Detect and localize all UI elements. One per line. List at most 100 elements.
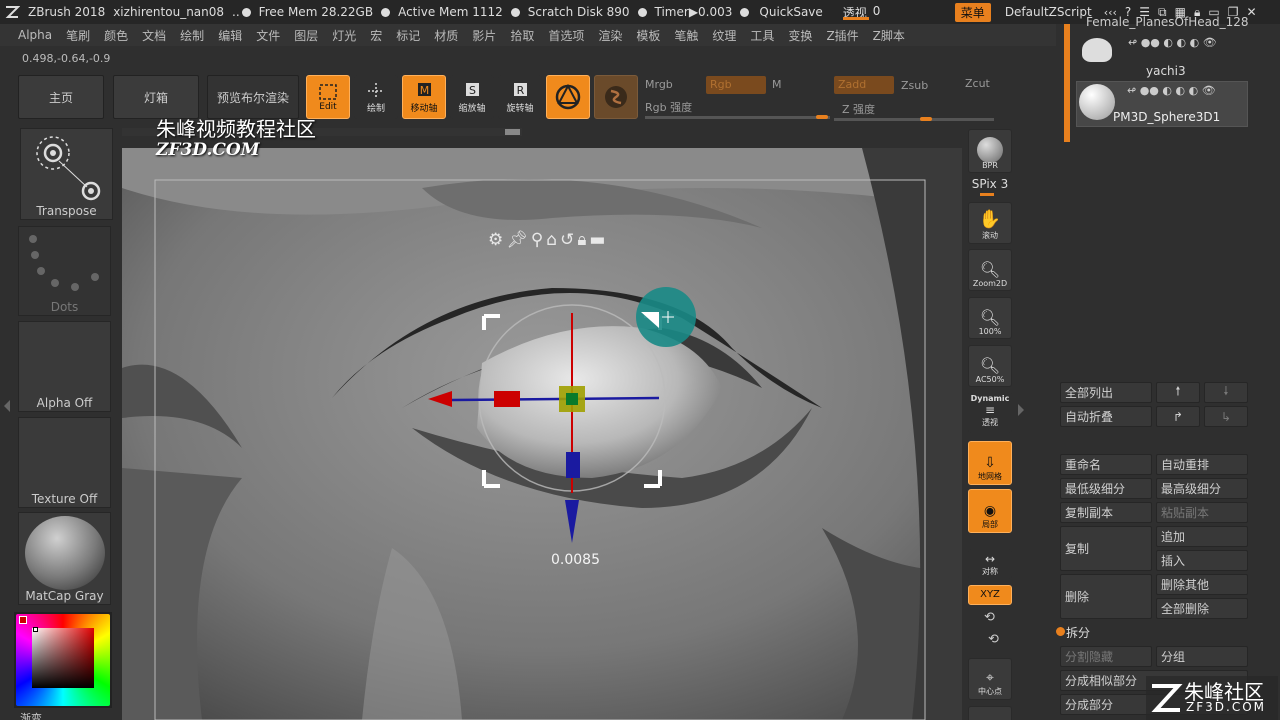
menu-item[interactable]: 模板 [636, 27, 660, 44]
rotate-button[interactable]: R 旋转轴 [498, 75, 542, 119]
zcut-button[interactable]: Zcut [965, 77, 990, 90]
zoom-100-button[interactable]: 🔍︎ 100% [968, 297, 1012, 339]
subtool-name[interactable]: yachi3 [1146, 64, 1186, 78]
highest-subdiv-button[interactable]: 最高级细分 [1156, 478, 1248, 499]
draw-button[interactable]: 绘制 [354, 75, 398, 119]
gizmo-toggle-button[interactable] [546, 75, 590, 119]
menu-item[interactable]: 笔触 [674, 27, 698, 44]
arrow-down-right-icon[interactable]: ↳ [1204, 406, 1248, 427]
move-down-icon[interactable]: 🠗 [1204, 382, 1248, 403]
menu-item[interactable]: Alpha [18, 28, 52, 42]
menu-item[interactable]: 纹理 [712, 27, 736, 44]
menu-item[interactable]: 拾取 [510, 27, 534, 44]
rgb-intensity-knob[interactable] [816, 115, 828, 119]
menu-item[interactable]: 标记 [396, 27, 420, 44]
alpha-slot[interactable]: Alpha Off [18, 321, 111, 412]
reset-icon[interactable]: ↺ [560, 230, 574, 250]
scale-button[interactable]: S 缩放轴 [450, 75, 494, 119]
collapse-left-arrow-icon[interactable] [4, 400, 10, 412]
rotate-y-icon[interactable]: ⟲ [984, 610, 995, 625]
local-button[interactable]: ◉ 局部 [968, 489, 1012, 533]
menu-item[interactable]: 绘制 [180, 27, 204, 44]
menu-button[interactable]: 菜单 [954, 2, 991, 22]
menu-item[interactable]: 材质 [434, 27, 458, 44]
stroke-slot[interactable]: Dots [18, 226, 111, 316]
menu-item[interactable]: 影片 [472, 27, 496, 44]
gear-icon[interactable]: ⚙ [488, 230, 503, 250]
rename-button[interactable]: 重命名 [1060, 454, 1152, 475]
menu-item[interactable]: Z脚本 [873, 27, 905, 44]
split-section-header[interactable]: 拆分 [1066, 624, 1090, 641]
lock-icon[interactable]: 🔒︎ [577, 230, 586, 250]
menu-item[interactable]: 变换 [788, 27, 812, 44]
menu-item[interactable]: 灯光 [332, 27, 356, 44]
perspective-button[interactable]: Dynamic ≡ 透视 [968, 391, 1012, 433]
groups-split-button[interactable]: 分组 [1156, 646, 1248, 667]
xyz-button[interactable]: XYZ [968, 585, 1012, 605]
main-color-swatch[interactable] [19, 616, 27, 624]
color-picker[interactable] [14, 612, 112, 708]
saturation-square[interactable] [32, 628, 94, 688]
center-point-button[interactable]: ⌖ 中心点 [968, 658, 1012, 700]
auto-collapse-button[interactable]: 自动折叠 [1060, 406, 1152, 427]
shelf-scroll-thumb[interactable] [505, 129, 520, 135]
menu-item[interactable]: 图层 [294, 27, 318, 44]
menu-item[interactable]: 宏 [370, 27, 382, 44]
duplicate-button[interactable]: 复制 [1060, 526, 1152, 571]
mrgb-button[interactable]: Mrgb [645, 78, 673, 91]
menu-item[interactable]: 编辑 [218, 27, 242, 44]
scroll-button[interactable]: ✋ 滚动 [968, 202, 1012, 244]
home-button[interactable]: 主页 [18, 75, 104, 119]
rgb-button[interactable]: Rgb [706, 76, 766, 94]
menu-item[interactable]: 颜色 [104, 27, 128, 44]
subtool-visibility-icons[interactable]: ↫ ●● ◐ ◐ ◐ 👁︎ [1128, 36, 1217, 49]
quicksave-button[interactable]: QuickSave [759, 5, 822, 19]
zoom2d-button[interactable]: 🔍︎ Zoom2D [968, 249, 1012, 291]
move-up-icon[interactable]: 🠕 [1156, 382, 1200, 403]
pin-icon[interactable]: 📌︎ [506, 230, 528, 250]
delete-all-button[interactable]: 全部删除 [1156, 598, 1248, 619]
floor-button[interactable]: ⇩ 地网格 [968, 441, 1012, 485]
spix-label[interactable]: SPix 3 [968, 177, 1012, 191]
z-intensity-slider[interactable] [834, 118, 994, 121]
menu-item[interactable]: 工具 [750, 27, 774, 44]
lowest-subdiv-button[interactable]: 最低级细分 [1060, 478, 1152, 499]
copy-subtool-button[interactable]: 复制副本 [1060, 502, 1152, 523]
paste-subtool-button[interactable]: 粘贴副本 [1156, 502, 1248, 523]
zadd-button[interactable]: Zadd [834, 76, 894, 94]
menu-item[interactable]: 文档 [142, 27, 166, 44]
subtool-name[interactable]: Female_PlanesOfHead_128 [1086, 15, 1266, 29]
delete-other-button[interactable]: 删除其他 [1156, 574, 1248, 595]
subtool-item-active[interactable]: ↫ ●● ◐ ◐ ◐ 👁︎ PM3D_Sphere3D1 [1076, 81, 1248, 127]
default-zscript[interactable]: DefaultZScript [1005, 5, 1092, 19]
spix-slider[interactable] [980, 193, 994, 196]
location-icon[interactable]: ⚲ [531, 230, 543, 250]
bpr-button[interactable]: BPR [968, 129, 1012, 173]
document-canvas[interactable]: ⚙ 📌︎ ⚲ ⌂ ↺ 🔒︎ ▬ 0.0085 [122, 148, 962, 720]
symmetry-button[interactable]: ↔ 对称 [968, 549, 1012, 579]
subtool-visibility-icons[interactable]: ↫ ●● ◐ ◐ ◐ 👁︎ [1127, 84, 1216, 97]
m-button[interactable]: M [772, 78, 782, 91]
insert-button[interactable]: 插入 [1156, 550, 1248, 571]
rotate-z-icon[interactable]: ⟲ [988, 632, 999, 647]
home-icon[interactable]: ⌂ [546, 230, 557, 250]
transpose-brush-slot[interactable]: Transpose [20, 128, 113, 220]
zoom-ac50-button[interactable]: 🔍︎ AC50% [968, 345, 1012, 387]
menu-item[interactable]: Z插件 [826, 27, 858, 44]
menu-item[interactable]: 渲染 [598, 27, 622, 44]
z-intensity-knob[interactable] [920, 117, 932, 121]
zsub-button[interactable]: Zsub [901, 79, 928, 92]
frame-button[interactable] [968, 706, 1012, 720]
move-button[interactable]: M 移动轴 [402, 75, 446, 119]
menu-item[interactable]: 文件 [256, 27, 280, 44]
collapse-right-arrow-icon[interactable] [1018, 404, 1024, 416]
menu-item[interactable]: 笔刷 [66, 27, 90, 44]
material-slot[interactable]: MatCap Gray [18, 512, 111, 605]
rgb-intensity-slider[interactable] [645, 116, 830, 119]
menu-item[interactable]: 首选项 [548, 27, 584, 44]
minus-icon[interactable]: ▬ [589, 230, 605, 250]
subtool-scrollbar[interactable] [1064, 24, 1070, 142]
arrow-up-right-icon[interactable]: ↱ [1156, 406, 1200, 427]
list-all-button[interactable]: 全部列出 [1060, 382, 1152, 403]
delete-button[interactable]: 删除 [1060, 574, 1152, 619]
